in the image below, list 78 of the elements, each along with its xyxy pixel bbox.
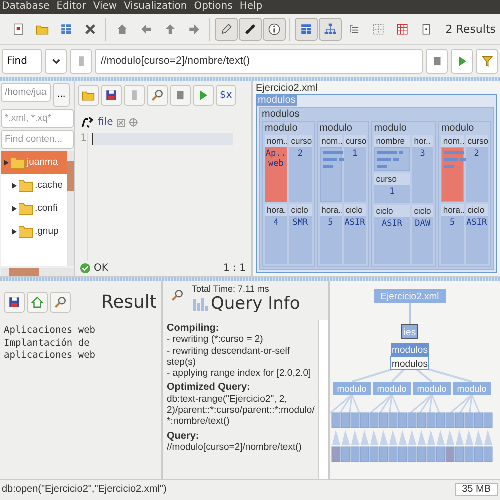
variables-button[interactable]: $x — [216, 85, 236, 106]
field-value: DAW — [412, 217, 434, 264]
field-value: ASIR — [374, 217, 410, 264]
module-label: modulo — [264, 122, 299, 135]
field-value: 3 — [412, 147, 434, 203]
results-count: 2 Results — [446, 22, 496, 36]
field-label: ciclo — [344, 204, 366, 216]
node-tooltip: modulos — [390, 356, 430, 370]
browse-button[interactable]: ... — [53, 83, 70, 107]
info-line: db:text-range("Ejercicio2", 2, 2)/parent::*:curso/parent::*:modulo/*:nombre/text() — [167, 394, 315, 428]
menu-item[interactable]: Visualization — [124, 0, 188, 14]
module-label: modulo — [440, 122, 476, 135]
menu-item[interactable]: Editor — [56, 0, 86, 14]
field-label: curso — [466, 135, 488, 147]
path-field[interactable]: /home/jua — [1, 83, 51, 102]
panel-title: Query Info — [211, 294, 300, 314]
field-value: ASIR — [466, 216, 488, 264]
info-line: - rewriting (*:curso = 2) — [167, 334, 264, 346]
field-label: ciclo — [412, 205, 434, 217]
folder-name: juanma — [27, 157, 58, 168]
field-label: curso — [289, 135, 312, 147]
field-label: ciclo — [374, 205, 410, 217]
status-text: OK — [94, 263, 108, 274]
field-value: SMR — [289, 216, 312, 264]
field-value: 5 — [441, 216, 464, 264]
module-block[interactable]: modulo nombre hor.. 3 curso 1 ciclo ASIR ciclo DAW — [371, 121, 436, 267]
filter-field[interactable]: *.xml, *.xq* — [1, 109, 74, 128]
folder-row[interactable]: .cache — [1, 174, 67, 197]
query-field[interactable]: //modulo[curso=2]/nombre/text() — [95, 48, 423, 74]
result-line: Aplicaciones web — [4, 325, 97, 338]
line-number: 1 — [80, 133, 87, 144]
module-block[interactable]: modulo nom.. Ap.. web curso 2 hora.. 4 ciclo SMR — [262, 121, 315, 267]
field-label: ciclo — [466, 204, 488, 216]
field-value: 4 — [265, 216, 288, 264]
folder-name: .confi — [35, 203, 58, 214]
menu-item[interactable]: Help — [240, 0, 263, 14]
info-line: - rewriting descendant-or-self step(s) — [167, 346, 292, 368]
field-value: 2 — [466, 147, 488, 202]
menu-item[interactable]: Options — [194, 0, 233, 14]
field-value: 1 — [344, 147, 366, 202]
field-label: curso — [344, 135, 366, 147]
section-heading: Compiling: — [167, 323, 220, 334]
field-value: 2 — [289, 147, 312, 202]
field-label: nom.. — [441, 135, 464, 147]
folder-row[interactable]: .gnup — [1, 220, 67, 243]
field-value: Ap.. web — [265, 147, 288, 202]
total-time: Total Time: 7.11 ms — [192, 284, 270, 294]
section-heading: Optimized Query: — [167, 382, 252, 394]
folder-row[interactable]: .confi — [1, 197, 67, 220]
info-line: //modulo[curso=2]/nombre/text() — [167, 442, 303, 454]
editor-tab[interactable]: file — [98, 117, 114, 128]
field-label: ciclo — [289, 204, 312, 216]
result-line: Implantación de aplicaciones web — [4, 338, 97, 362]
container-label: modulos — [261, 108, 301, 121]
menu-item[interactable]: Database — [2, 0, 50, 14]
mode-dropdown[interactable]: Find — [2, 48, 42, 74]
info-line: - applying range index for [2.0,2.0] — [167, 368, 312, 380]
panel-title: Result — [101, 292, 157, 312]
module-label: modulo — [318, 122, 354, 135]
field-value: 5 — [320, 216, 342, 264]
field-label: curso — [374, 173, 410, 185]
status-command: db:open("Ejercicio2","Ejercicio2.xml") — [2, 484, 167, 495]
field-label: hora.. — [265, 204, 288, 216]
search-field[interactable]: Find conten... — [1, 130, 74, 149]
field-label: nom.. — [265, 135, 288, 147]
field-label: hor.. — [412, 135, 434, 147]
field-label: nom.. — [320, 135, 342, 147]
field-value: 1 — [374, 185, 410, 203]
field-label: nombre — [374, 135, 410, 147]
map-title: Ejercicio2.xml — [256, 83, 319, 94]
menu-item[interactable]: View — [93, 0, 118, 14]
field-value: ASIR — [344, 216, 366, 264]
folder-name: .gnup — [35, 226, 59, 237]
memory-usage: 35 MB — [455, 483, 498, 496]
folder-name: .cache — [35, 180, 63, 191]
cursor-position: 1 : 1 — [224, 263, 246, 274]
section-heading: Query: — [167, 430, 200, 442]
module-label: modulo — [373, 122, 408, 135]
